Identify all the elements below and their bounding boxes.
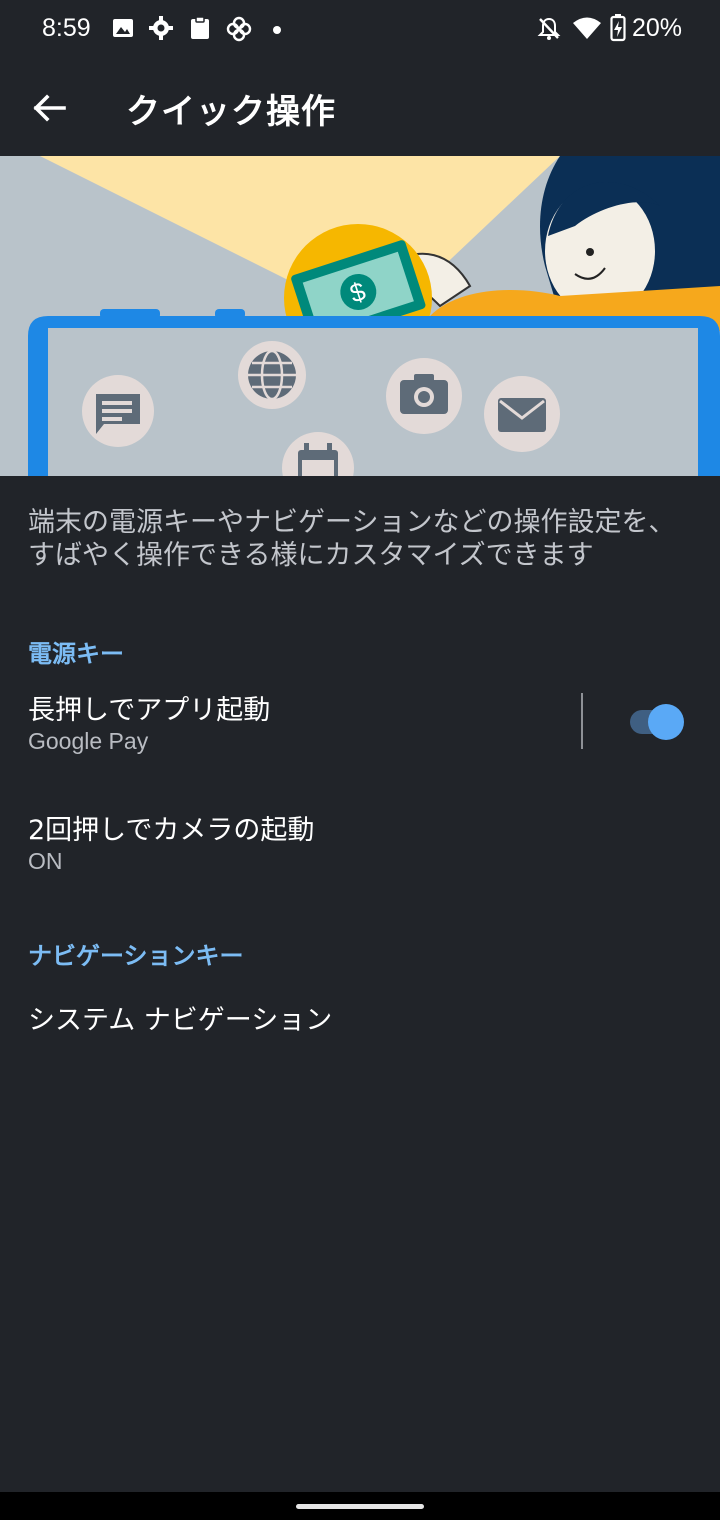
- battery-percentage: 20%: [632, 14, 683, 42]
- bell-off-icon: [537, 17, 561, 40]
- header-illustration: $: [0, 156, 720, 476]
- page-description: 端末の電源キーやナビゲーションなどの操作設定を、すばやく操作できる様にカスタマイ…: [28, 507, 676, 571]
- status-bar: 8:59 20%: [0, 0, 720, 60]
- toggle-thumb: [648, 704, 684, 740]
- setting-double-press-camera[interactable]: 2回押しでカメラの起動 ON: [0, 798, 720, 890]
- clipboard-icon: [191, 16, 209, 39]
- setting-title: 2回押しでカメラの起動: [28, 815, 315, 846]
- camera-icon: [386, 358, 462, 434]
- setting-title: 長押しでアプリ起動: [28, 695, 271, 726]
- arrow-back-icon: [33, 94, 66, 122]
- setting-subtitle: Google Pay: [28, 728, 149, 754]
- back-button[interactable]: [22, 80, 78, 136]
- long-press-toggle-switch[interactable]: [626, 702, 690, 742]
- wifi-icon: [573, 17, 601, 39]
- globe-icon: [238, 341, 306, 409]
- gesture-handle[interactable]: [296, 1504, 424, 1509]
- vertical-divider: [581, 693, 583, 749]
- notification-dot-icon: [273, 26, 281, 34]
- setting-subtitle: ON: [28, 848, 63, 874]
- section-header-navigation-key: ナビゲーションキー: [28, 942, 244, 970]
- setting-title: システム ナビゲーション: [28, 1005, 333, 1036]
- app-bar: クイック操作: [0, 60, 720, 156]
- mail-icon: [484, 376, 560, 452]
- settings-gear-icon: [149, 16, 173, 40]
- section-header-power-key: 電源キー: [28, 640, 124, 668]
- chat-icon: [82, 375, 154, 447]
- system-nav-bar: [0, 1492, 720, 1520]
- battery-charging-icon: [610, 14, 626, 42]
- page-title: クイック操作: [126, 92, 336, 132]
- setting-long-press-app-launch[interactable]: 長押しでアプリ起動 Google Pay: [0, 678, 720, 770]
- status-time: 8:59: [42, 14, 91, 42]
- gallery-icon: [113, 19, 133, 37]
- setting-system-navigation[interactable]: システム ナビゲーション: [0, 980, 720, 1052]
- pinwheel-icon: [226, 16, 252, 42]
